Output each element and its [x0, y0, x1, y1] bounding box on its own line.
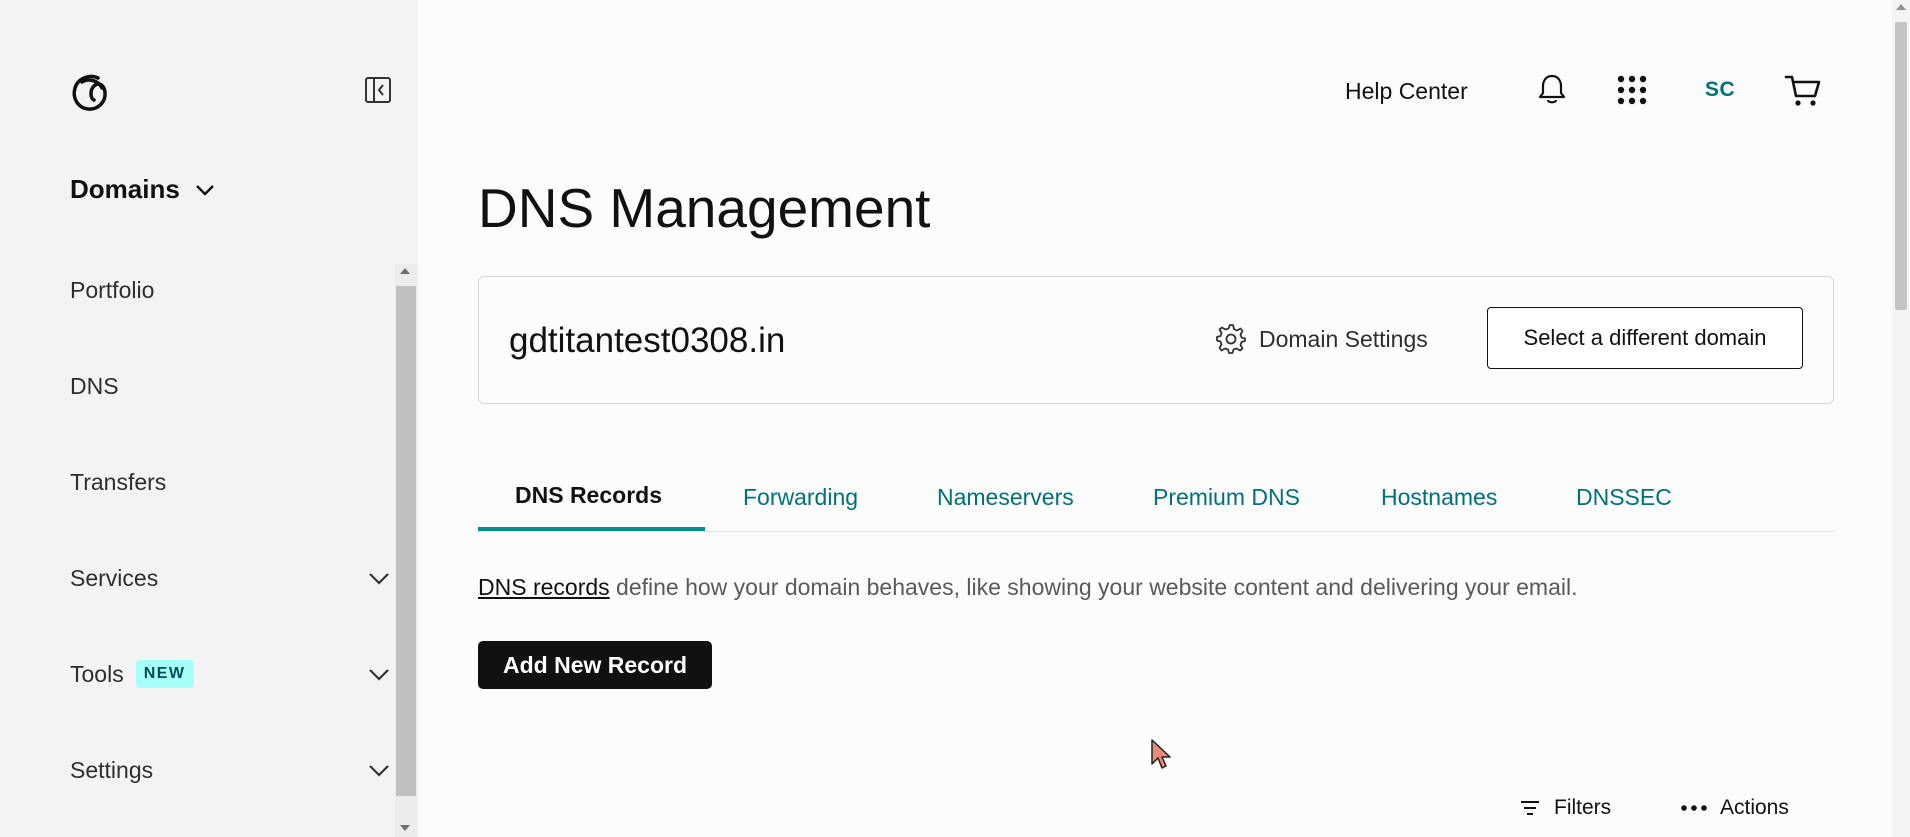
scrollbar-thumb[interactable] [1895, 22, 1907, 310]
select-different-domain-button[interactable]: Select a different domain [1487, 307, 1803, 369]
tab-nameservers[interactable]: Nameservers [937, 484, 1074, 511]
page-title: DNS Management [478, 177, 931, 239]
domains-section-toggle[interactable]: Domains [70, 174, 216, 205]
active-tab-indicator [478, 527, 705, 531]
scrollbar-thumb[interactable] [396, 286, 416, 796]
bell-icon[interactable] [1536, 72, 1568, 106]
actions-label: Actions [1720, 796, 1789, 819]
gear-icon [1216, 324, 1246, 354]
sidebar-item-label: DNS [70, 372, 119, 399]
domain-card: gdtitantest0308.in Domain Settings Selec… [478, 276, 1834, 404]
avatar[interactable]: SC [1705, 78, 1735, 102]
chevron-down-icon [369, 765, 389, 777]
sidebar-item-label: Tools [70, 660, 124, 687]
tab-forwarding[interactable]: Forwarding [743, 484, 858, 511]
sidebar-item-label: Services [70, 564, 159, 591]
tab-hostnames[interactable]: Hostnames [1381, 484, 1497, 511]
section-title-label: Domains [70, 174, 180, 204]
chevron-down-icon [369, 573, 389, 585]
description-text: define how your domain behaves, like sho… [609, 574, 1578, 600]
domain-name: gdtitantest0308.in [509, 321, 786, 360]
sidebar-item-transfers[interactable]: Transfers [70, 462, 392, 502]
filter-icon [1521, 801, 1539, 815]
cart-icon[interactable] [1784, 72, 1822, 108]
scroll-up-arrow-icon[interactable] [400, 268, 410, 274]
sidebar-scrollbar[interactable] [395, 264, 417, 837]
top-header: Help Center SC [418, 60, 1892, 120]
sidebar-item-settings[interactable]: Settings [70, 750, 392, 790]
dns-records-link[interactable]: DNS records [478, 574, 610, 600]
sidebar-item-portfolio[interactable]: Portfolio [70, 270, 392, 310]
tab-dns-records[interactable]: DNS Records [515, 482, 662, 509]
actions-button[interactable]: Actions [1680, 796, 1789, 820]
scroll-up-arrow-icon[interactable] [1896, 4, 1906, 10]
scroll-down-arrow-icon[interactable] [400, 825, 410, 831]
sidebar-item-tools[interactable]: Tools NEW [70, 654, 392, 694]
help-center-link[interactable]: Help Center [1345, 78, 1468, 105]
tab-dnssec[interactable]: DNSSEC [1576, 484, 1672, 511]
filters-label: Filters [1554, 796, 1612, 819]
more-horizontal-icon [1681, 805, 1707, 811]
sidebar-collapse-icon[interactable] [364, 76, 392, 104]
page-scrollbar[interactable] [1892, 0, 1910, 837]
mouse-pointer-icon [1151, 739, 1171, 769]
sidebar-item-dns[interactable]: DNS [70, 366, 392, 406]
chevron-down-icon [369, 669, 389, 681]
new-badge: NEW [135, 660, 194, 688]
sidebar: Domains Portfolio DNS Transfers Services… [0, 0, 418, 837]
sidebar-item-services[interactable]: Services [70, 558, 392, 598]
godaddy-logo-icon[interactable] [68, 70, 112, 114]
domain-settings-button[interactable]: Domain Settings [1215, 323, 1428, 355]
sidebar-item-label: Transfers [70, 468, 167, 495]
sidebar-item-label: Settings [70, 756, 154, 783]
filters-button[interactable]: Filters [1518, 796, 1611, 820]
tab-premium-dns[interactable]: Premium DNS [1153, 484, 1300, 511]
domain-settings-label: Domain Settings [1259, 325, 1428, 352]
dns-tabs: DNS Records Forwarding Nameservers Premi… [478, 470, 1834, 532]
add-new-record-button[interactable]: Add New Record [478, 641, 712, 689]
apps-grid-icon[interactable] [1616, 74, 1648, 106]
chevron-down-icon [195, 184, 214, 196]
sidebar-item-label: Portfolio [70, 276, 155, 303]
dns-records-description: DNS records define how your domain behav… [478, 574, 1578, 601]
